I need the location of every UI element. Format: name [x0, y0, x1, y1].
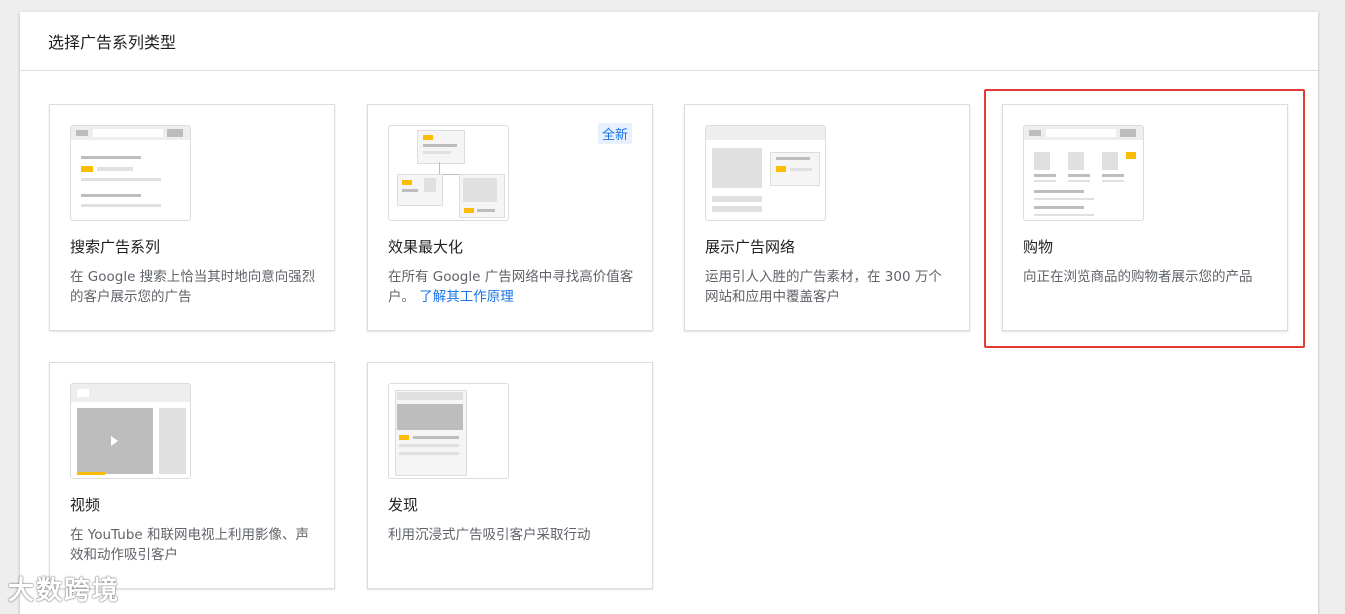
card-search[interactable]: 搜索广告系列 在 Google 搜索上恰当其时地向意向强烈的客户展示您的广告 [49, 104, 335, 331]
card-title: 视频 [70, 496, 101, 514]
card-description: 利用沉浸式广告吸引客户采取行动 [388, 527, 591, 543]
card-performance-max[interactable]: 全新 效果最大化 在所有 Google 广告网络中寻找高价值客户。 了解其工作原… [367, 104, 653, 331]
display-thumbnail [705, 125, 826, 221]
card-description: 在 Google 搜索上恰当其时地向意向强烈的客户展示您的广告 [70, 269, 316, 305]
discovery-thumbnail [388, 383, 509, 479]
card-description: 运用引人入胜的广告素材，在 300 万个网站和应用中覆盖客户 [705, 269, 942, 305]
video-thumbnail [70, 383, 191, 479]
new-badge: 全新 [597, 123, 632, 144]
learn-more-link[interactable]: 了解其工作原理 [419, 289, 514, 305]
card-discovery[interactable]: 发现 利用沉浸式广告吸引客户采取行动 [367, 362, 653, 589]
card-description: 在 YouTube 和联网电视上利用影像、声效和动作吸引客户 [70, 527, 309, 563]
card-display-network[interactable]: 展示广告网络 运用引人入胜的广告素材，在 300 万个网站和应用中覆盖客户 [684, 104, 970, 331]
shopping-thumbnail [1023, 125, 1144, 221]
card-title: 展示广告网络 [705, 238, 796, 256]
performance-max-thumbnail [388, 125, 509, 221]
card-description: 在所有 Google 广告网络中寻找高价值客户。 了解其工作原理 [388, 269, 634, 305]
card-title: 搜索广告系列 [70, 238, 161, 256]
card-shopping[interactable]: 购物 向正在浏览商品的购物者展示您的产品 [1002, 104, 1288, 331]
card-title: 发现 [388, 496, 419, 514]
search-thumbnail [70, 125, 191, 221]
panel-title: 选择广告系列类型 [20, 12, 1318, 71]
play-icon [111, 436, 118, 446]
card-video[interactable]: 视频 在 YouTube 和联网电视上利用影像、声效和动作吸引客户 [49, 362, 335, 589]
watermark-text: 大数跨境 [8, 576, 121, 606]
card-title: 效果最大化 [388, 238, 464, 256]
card-description: 向正在浏览商品的购物者展示您的产品 [1023, 269, 1253, 285]
card-title: 购物 [1023, 238, 1054, 256]
watermark-logo: 大数跨境 [8, 570, 120, 607]
